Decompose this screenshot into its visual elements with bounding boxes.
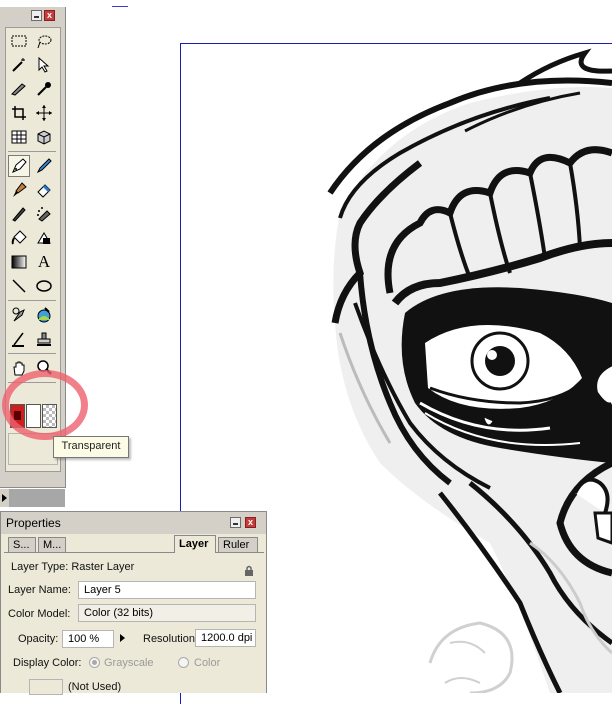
- collapse-arrow-icon[interactable]: [0, 489, 9, 507]
- minimize-button[interactable]: [31, 10, 42, 21]
- gradient-icon[interactable]: [8, 251, 30, 273]
- crop-icon[interactable]: [8, 102, 30, 124]
- close-button[interactable]: x: [44, 10, 55, 21]
- grayscale-radio[interactable]: [89, 657, 100, 668]
- tool-separator: [8, 353, 56, 354]
- properties-minimize-button[interactable]: [230, 517, 241, 528]
- fill-bucket-icon[interactable]: [8, 227, 30, 249]
- highlight-circle-annotation: [2, 370, 88, 440]
- tab-m[interactable]: M...: [38, 537, 66, 552]
- color-model-label: Color Model:: [8, 608, 71, 620]
- not-used-label: (Not Used): [68, 681, 122, 693]
- airbrush-icon[interactable]: [33, 203, 55, 225]
- shape-fill-icon[interactable]: [33, 227, 55, 249]
- opacity-label: Opacity:: [18, 633, 59, 645]
- smudge-icon[interactable]: [8, 304, 30, 326]
- eraser-icon[interactable]: [33, 179, 55, 201]
- line-tool-icon[interactable]: [8, 275, 30, 297]
- properties-title[interactable]: Properties: [1, 512, 266, 534]
- text-tool-icon[interactable]: A: [33, 251, 55, 273]
- calligraphy-pen-icon[interactable]: [8, 203, 30, 225]
- pencil-icon[interactable]: [33, 155, 55, 177]
- brush-icon[interactable]: [8, 179, 30, 201]
- select-pen-icon[interactable]: [33, 54, 55, 76]
- knife-icon[interactable]: [8, 78, 30, 100]
- tab-s[interactable]: S...: [8, 537, 36, 552]
- tools-titlebar[interactable]: x: [0, 7, 65, 25]
- text-tool-glyph: A: [37, 252, 51, 271]
- transparent-tooltip: Transparent: [53, 436, 129, 458]
- properties-tabs: S... M... Layer Ruler: [4, 535, 264, 553]
- artwork-illustration[interactable]: [320, 43, 612, 693]
- color-model-field: Color (32 bits): [78, 604, 256, 622]
- tool-separator: [8, 151, 56, 152]
- layer-name-label: Layer Name:: [8, 584, 71, 596]
- resolution-field[interactable]: 1200.0 dpi: [195, 629, 256, 647]
- color-replace-icon[interactable]: [33, 304, 55, 326]
- color-radio-label: Color: [194, 657, 221, 669]
- lasso-tool-icon[interactable]: [33, 30, 55, 52]
- opacity-slider-arrow-icon[interactable]: [120, 634, 125, 642]
- ellipse-tool-icon[interactable]: [33, 275, 55, 297]
- resolution-label: Resolution:: [143, 633, 199, 645]
- ruler-mark: [112, 6, 128, 7]
- marquee-tool-icon[interactable]: [8, 30, 30, 52]
- 3d-object-icon[interactable]: [33, 126, 55, 148]
- table-icon[interactable]: [8, 126, 30, 148]
- dropper-icon[interactable]: [33, 78, 55, 100]
- tool-separator: [8, 300, 56, 301]
- stamp-icon[interactable]: [33, 328, 55, 350]
- properties-close-button[interactable]: x: [245, 517, 256, 528]
- magic-wand-icon[interactable]: [8, 54, 30, 76]
- layer-name-field[interactable]: Layer 5: [78, 581, 256, 599]
- scissors-icon[interactable]: [8, 328, 30, 350]
- transform-icon[interactable]: [33, 102, 55, 124]
- tab-ruler[interactable]: Ruler: [218, 537, 258, 552]
- layer-type-label: Layer Type: Raster Layer: [11, 561, 135, 573]
- display-color-label: Display Color:: [13, 657, 82, 669]
- grayscale-radio-label: Grayscale: [104, 657, 154, 669]
- lock-icon[interactable]: [243, 565, 255, 577]
- pen-tool-icon[interactable]: [8, 155, 30, 177]
- color-radio[interactable]: [178, 657, 189, 668]
- opacity-field[interactable]: 100 %: [62, 630, 114, 648]
- tab-layer[interactable]: Layer: [174, 535, 216, 553]
- dock-bar: [9, 489, 65, 507]
